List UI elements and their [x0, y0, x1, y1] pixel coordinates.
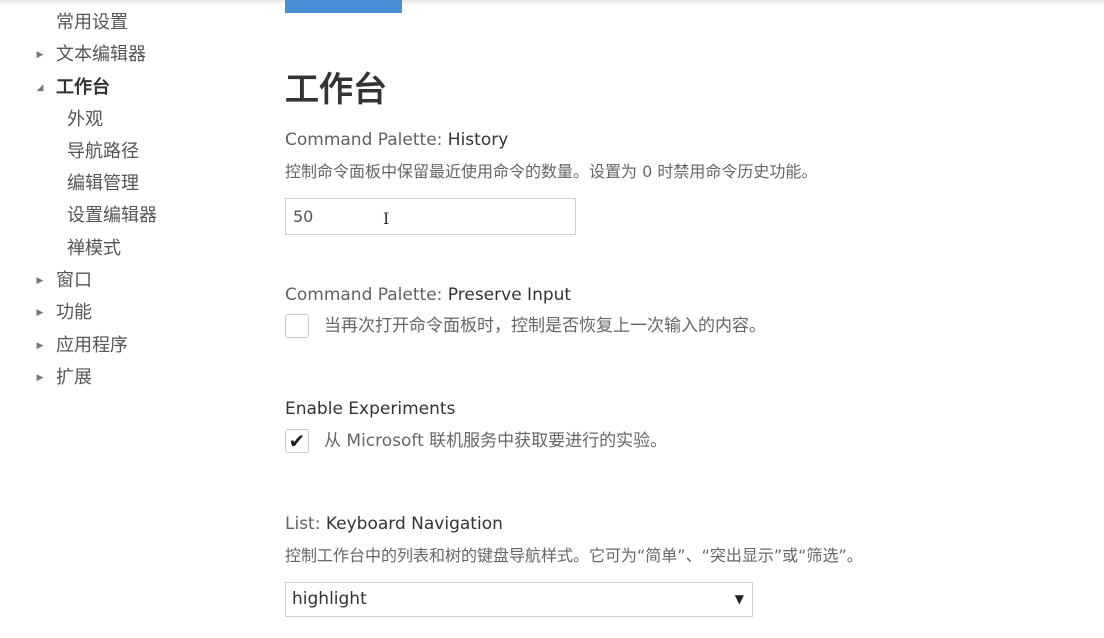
toc-item-zen-mode[interactable]: 禅模式 — [67, 236, 121, 262]
toc-item-label: 功能 — [56, 302, 92, 323]
settings-toc: 常用设置 ▶ 文本编辑器 ◢ 工作台 外观 导航路径 编辑管理 设置编辑器 禅模… — [0, 0, 260, 638]
toc-item-window[interactable]: 窗口 — [56, 268, 92, 294]
toc-item-appearance[interactable]: 外观 — [67, 107, 103, 133]
setting-category: List: — [285, 514, 326, 534]
setting-description-preserve-input: 当再次打开命令面板时，控制是否恢复上一次输入的内容。 — [324, 316, 766, 336]
keyboard-navigation-select[interactable]: highlight ▼ — [285, 582, 753, 617]
toc-item-text-editor[interactable]: 文本编辑器 — [56, 42, 146, 68]
toc-item-label: 编辑管理 — [67, 173, 139, 194]
twisty-collapsed-icon[interactable]: ▶ — [35, 42, 45, 68]
select-value: highlight — [292, 589, 367, 609]
toc-item-settings-editor[interactable]: 设置编辑器 — [67, 203, 157, 229]
checkmark-icon: ✔ — [288, 429, 306, 453]
toc-item-extensions[interactable]: 扩展 — [56, 365, 92, 391]
settings-list: 工作台 Command Palette: History 控制命令面板中保留最近… — [285, 0, 1085, 638]
setting-title-history: Command Palette: History — [285, 128, 508, 152]
setting-description-history: 控制命令面板中保留最近使用命令的数量。设置为 0 时禁用命令历史功能。 — [285, 162, 818, 181]
toc-item-common[interactable]: 常用设置 — [56, 10, 128, 36]
toc-item-label: 设置编辑器 — [67, 205, 157, 226]
chevron-down-icon: ▼ — [734, 592, 744, 606]
twisty-collapsed-icon[interactable]: ▶ — [35, 300, 45, 326]
twisty-collapsed-icon[interactable]: ▶ — [35, 365, 45, 391]
toc-item-label: 文本编辑器 — [56, 44, 146, 65]
toc-item-features[interactable]: 功能 — [56, 300, 92, 326]
toc-item-application[interactable]: 应用程序 — [56, 333, 128, 359]
setting-category: Command Palette: — [285, 285, 448, 305]
toc-item-label: 常用设置 — [56, 12, 128, 33]
setting-description-keyboard-navigation: 控制工作台中的列表和树的键盘导航样式。它可为“简单”、“突出显示”或“筛选”。 — [285, 546, 863, 565]
setting-key: Keyboard Navigation — [325, 514, 503, 534]
twisty-collapsed-icon[interactable]: ▶ — [35, 333, 45, 359]
preserve-input-checkbox[interactable] — [285, 314, 309, 338]
history-count-input[interactable] — [285, 198, 576, 235]
setting-key: History — [447, 130, 509, 150]
toc-item-label: 应用程序 — [56, 335, 128, 356]
settings-page: 常用设置 ▶ 文本编辑器 ◢ 工作台 外观 导航路径 编辑管理 设置编辑器 禅模… — [0, 0, 1104, 638]
toc-item-breadcrumbs[interactable]: 导航路径 — [67, 139, 139, 165]
toc-item-label: 窗口 — [56, 270, 92, 291]
setting-key: Preserve Input — [447, 285, 572, 305]
checkmark-icon — [286, 315, 308, 337]
text-cursor-icon: I — [383, 209, 390, 228]
toc-item-label: 导航路径 — [67, 141, 139, 162]
setting-title-keyboard-navigation: List: Keyboard Navigation — [285, 512, 503, 536]
section-title: 工作台 — [285, 70, 387, 110]
toc-item-label: 工作台 — [56, 77, 110, 98]
toc-item-workbench[interactable]: 工作台 — [56, 75, 110, 101]
setting-title-preserve-input: Command Palette: Preserve Input — [285, 283, 571, 307]
setting-category: Command Palette: — [285, 130, 448, 150]
toc-item-label: 扩展 — [56, 367, 92, 388]
toc-item-label: 外观 — [67, 109, 103, 130]
setting-key: Enable Experiments — [285, 399, 456, 419]
toc-item-editor-management[interactable]: 编辑管理 — [67, 171, 139, 197]
twisty-collapsed-icon[interactable]: ▶ — [35, 268, 45, 294]
enable-experiments-checkbox[interactable]: ✔ — [285, 429, 309, 453]
setting-description-experiments: 从 Microsoft 联机服务中获取要进行的实验。 — [324, 431, 668, 451]
twisty-expanded-icon[interactable]: ◢ — [35, 75, 45, 101]
setting-title-experiments: Enable Experiments — [285, 397, 455, 421]
toc-item-label: 禅模式 — [67, 238, 121, 259]
